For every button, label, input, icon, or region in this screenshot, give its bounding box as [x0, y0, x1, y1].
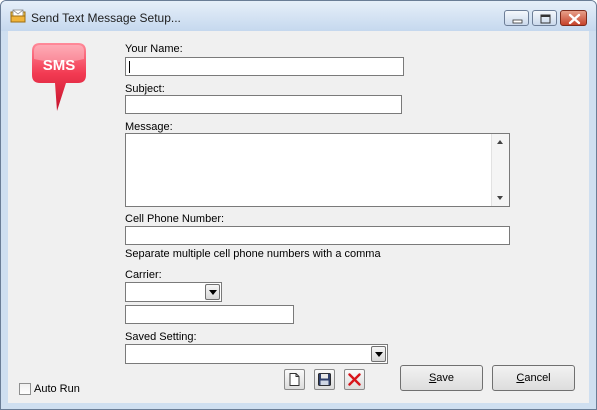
- scroll-up-arrow-icon[interactable]: [497, 140, 503, 144]
- message-scrollbar[interactable]: [491, 134, 509, 206]
- saved-setting-dropdown-button[interactable]: [371, 346, 386, 362]
- window-title: Send Text Message Setup...: [31, 11, 181, 25]
- save-button-label: ave: [436, 372, 455, 384]
- text-caret: [129, 61, 130, 73]
- maximize-icon: [540, 14, 551, 24]
- minimize-icon: [512, 19, 523, 24]
- save-setting-button[interactable]: [314, 369, 335, 390]
- subject-field[interactable]: [125, 95, 402, 114]
- auto-run-checkbox[interactable]: [19, 383, 31, 395]
- cell-phone-hint: Separate multiple cell phone numbers wit…: [125, 248, 381, 260]
- scroll-down-arrow-icon[interactable]: [497, 196, 503, 200]
- your-name-input[interactable]: [126, 58, 403, 75]
- saved-setting-label: Saved Setting:: [125, 331, 197, 343]
- carrier-label: Carrier:: [125, 269, 162, 281]
- chevron-down-icon: [375, 352, 383, 357]
- your-name-label: Your Name:: [125, 43, 183, 55]
- chevron-down-icon: [209, 290, 217, 295]
- dialog-client-area: SMS Your Name: Subject: Message: Cell Ph…: [8, 31, 589, 403]
- new-document-icon: [289, 373, 300, 386]
- cell-phone-field[interactable]: [125, 226, 510, 245]
- title-bar[interactable]: Send Text Message Setup...: [1, 1, 596, 31]
- save-button[interactable]: Save: [400, 365, 483, 391]
- saved-setting-dropdown[interactable]: [125, 344, 388, 364]
- cancel-button[interactable]: Cancel: [492, 365, 575, 391]
- subject-label: Subject:: [125, 83, 165, 95]
- floppy-disk-icon: [318, 373, 331, 386]
- carrier-other-input[interactable]: [126, 306, 293, 323]
- message-textarea[interactable]: [125, 133, 510, 207]
- carrier-other-field[interactable]: [125, 305, 294, 324]
- auto-run-label[interactable]: Auto Run: [34, 383, 80, 395]
- message-label: Message:: [125, 121, 173, 133]
- cell-phone-label: Cell Phone Number:: [125, 213, 225, 225]
- minimize-button[interactable]: [504, 10, 529, 26]
- dialog-window: Send Text Message Setup... SMS Your Name…: [0, 0, 597, 410]
- sms-logo-text: SMS: [43, 57, 76, 74]
- sms-logo-icon: SMS: [32, 43, 86, 111]
- close-button[interactable]: [560, 10, 587, 26]
- envelope-folder-icon: [10, 9, 26, 23]
- cell-phone-input[interactable]: [126, 227, 509, 244]
- red-x-icon: [348, 373, 361, 386]
- maximize-button[interactable]: [532, 10, 557, 26]
- new-setting-button[interactable]: [284, 369, 305, 390]
- delete-setting-button[interactable]: [344, 369, 365, 390]
- cancel-button-label: ancel: [524, 372, 551, 384]
- carrier-dropdown[interactable]: [125, 282, 222, 302]
- your-name-field[interactable]: [125, 57, 404, 76]
- carrier-dropdown-button[interactable]: [205, 284, 220, 300]
- close-icon: [568, 13, 581, 25]
- subject-input[interactable]: [126, 96, 401, 113]
